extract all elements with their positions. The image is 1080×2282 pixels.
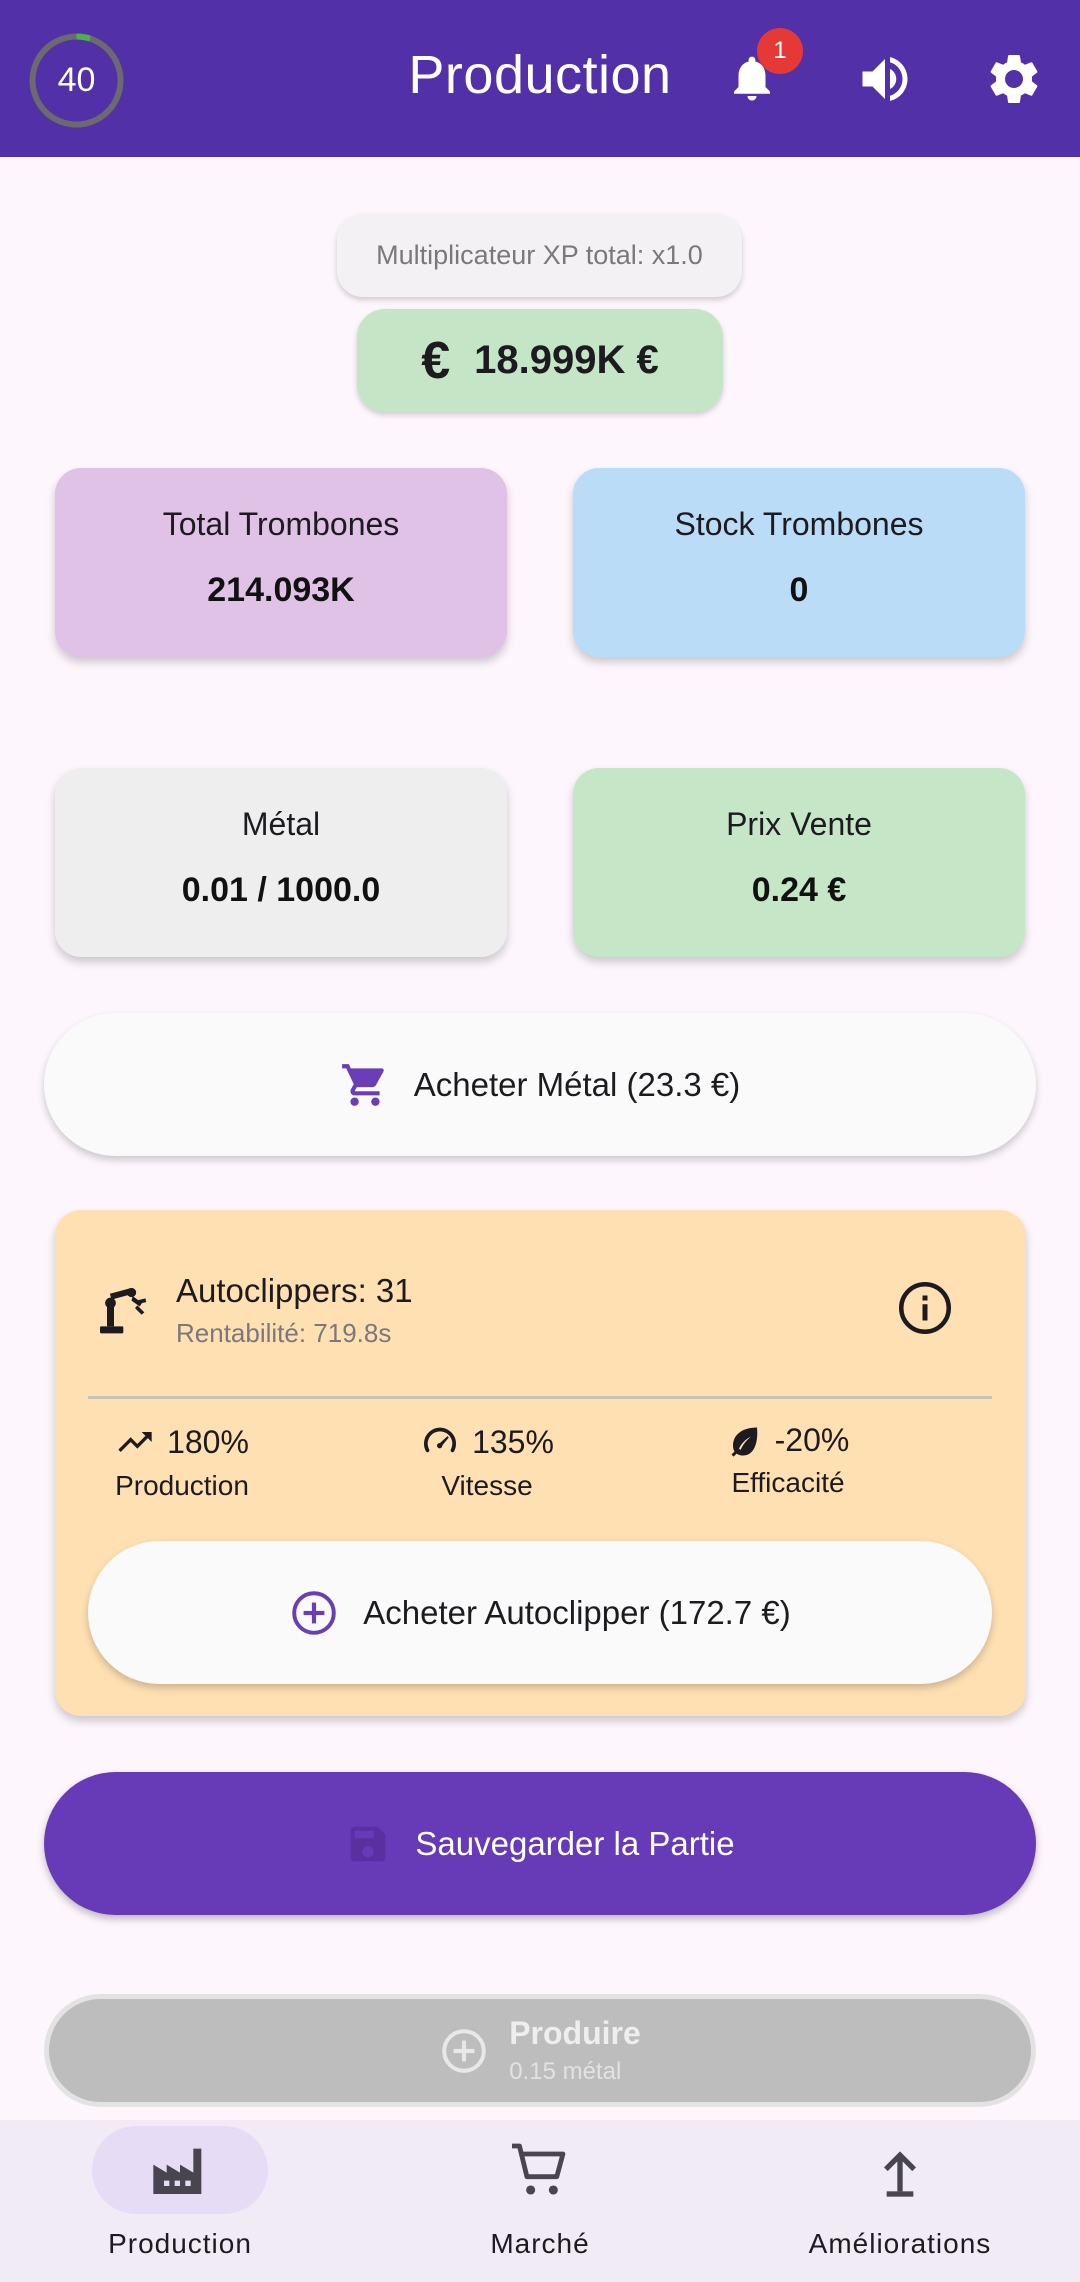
- settings-button[interactable]: [983, 48, 1045, 110]
- nav-production[interactable]: Production: [0, 2120, 360, 2282]
- upload-arrow-icon: [884, 2151, 916, 2197]
- money-chip: € 18.999K €: [357, 309, 723, 412]
- total-paperclips-value: 214.093K: [207, 571, 355, 609]
- speed-metric: 135% Vitesse: [367, 1422, 607, 1502]
- stock-paperclips-label: Stock Trombones: [674, 506, 924, 542]
- app-bar: 40 Production 1: [0, 0, 1080, 157]
- produce-label: Produire: [509, 2015, 641, 2051]
- level-badge[interactable]: 40: [28, 32, 125, 129]
- info-icon: [899, 1282, 951, 1334]
- metal-label: Métal: [241, 806, 321, 842]
- factory-icon: [153, 2148, 202, 2194]
- speed-metric-label: Vitesse: [441, 1470, 533, 1501]
- xp-multiplier-chip: Multiplicateur XP total: x1.0: [337, 214, 742, 297]
- buy-metal-label: Acheter Métal (23.3 €): [413, 1065, 741, 1103]
- info-button[interactable]: [895, 1278, 955, 1338]
- euro-icon: €: [421, 331, 451, 390]
- production-metric-label: Production: [115, 1470, 249, 1501]
- save-icon: [351, 1826, 386, 1861]
- cart-icon: [512, 2143, 566, 2195]
- buy-autoclipper-button[interactable]: Acheter Autoclipper (172.7 €): [88, 1541, 992, 1684]
- efficiency-metric: -20% Efficacité: [668, 1422, 908, 1499]
- add-circle-icon: [442, 2028, 486, 2073]
- speed-icon: [424, 1427, 457, 1453]
- sale-price-label: Prix Vente: [726, 806, 872, 842]
- level-number: 40: [57, 61, 96, 99]
- bottom-navigation: Production Marché Améliorations: [0, 2120, 1080, 2282]
- efficiency-metric-value: -20%: [774, 1422, 850, 1458]
- volume-icon: [862, 57, 908, 101]
- gear-icon: [990, 54, 1038, 103]
- produce-cost: 0.15 métal: [509, 2058, 622, 2085]
- nav-market-label: Marché: [490, 2228, 590, 2259]
- metal-card: Métal 0.01 / 1000.0: [55, 768, 507, 957]
- production-metric-value: 180%: [167, 1423, 249, 1460]
- sale-price-card: Prix Vente 0.24 €: [573, 768, 1025, 957]
- cart-icon: [341, 1063, 384, 1106]
- total-paperclips-card: Total Trombones 214.093K: [55, 468, 507, 657]
- money-value: 18.999K €: [474, 338, 659, 382]
- stock-paperclips-value: 0: [789, 571, 809, 609]
- nav-upgrades[interactable]: Améliorations: [720, 2120, 1080, 2282]
- robot-arm-icon: [100, 1287, 147, 1334]
- nav-upgrades-label: Améliorations: [808, 2228, 992, 2259]
- production-metric: 180% Production: [62, 1422, 302, 1502]
- nav-market[interactable]: Marché: [360, 2120, 720, 2282]
- leaf-icon: [731, 1427, 757, 1457]
- save-game-button[interactable]: Sauvegarder la Partie: [44, 1772, 1036, 1915]
- total-paperclips-label: Total Trombones: [162, 506, 400, 542]
- nav-production-label: Production: [108, 2228, 252, 2259]
- sale-price-value: 0.24 €: [751, 871, 847, 909]
- efficiency-metric-label: Efficacité: [731, 1467, 845, 1498]
- sound-toggle-button[interactable]: [852, 48, 918, 110]
- add-circle-icon: [292, 1590, 337, 1635]
- divider: [88, 1396, 992, 1399]
- page-title: Production: [408, 45, 672, 105]
- stock-paperclips-card: Stock Trombones 0: [573, 468, 1025, 657]
- buy-autoclipper-label: Acheter Autoclipper (172.7 €): [363, 1593, 791, 1631]
- autoclippers-count: Autoclippers: 31: [176, 1272, 413, 1309]
- metal-value: 0.01 / 1000.0: [181, 871, 381, 909]
- produce-button[interactable]: Produire 0.15 métal: [44, 1994, 1036, 2107]
- save-game-label: Sauvegarder la Partie: [415, 1824, 735, 1862]
- autoclippers-profitability: Rentabilité: 719.8s: [176, 1318, 392, 1348]
- notification-badge: 1: [757, 28, 803, 74]
- buy-metal-button[interactable]: Acheter Métal (23.3 €): [44, 1013, 1036, 1156]
- speed-metric-value: 135%: [472, 1423, 554, 1460]
- autoclippers-card: Autoclippers: 31 Rentabilité: 719.8s 180…: [55, 1210, 1026, 1716]
- trending-up-icon: [118, 1432, 152, 1452]
